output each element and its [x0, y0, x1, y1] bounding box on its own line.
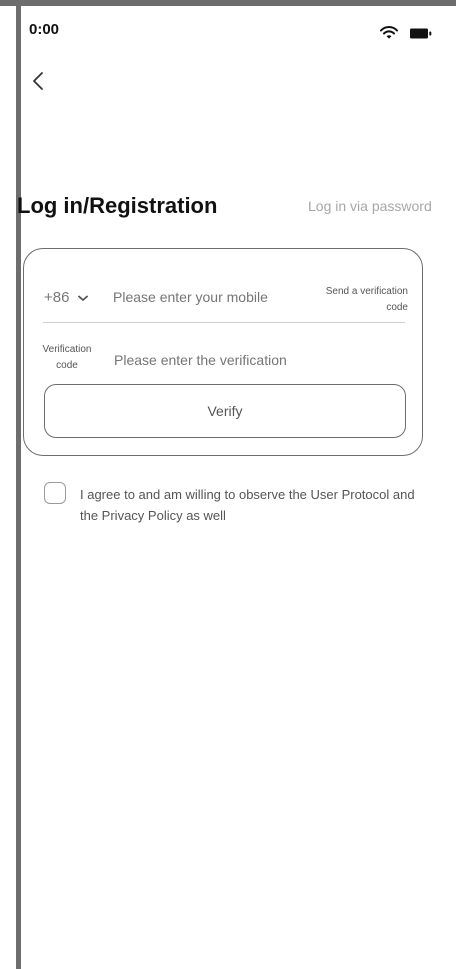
agreement-text: I agree to and am willing to observe the… — [80, 487, 415, 523]
country-code-selector[interactable]: +86 — [44, 289, 89, 306]
country-code-value: +86 — [44, 289, 70, 306]
divider — [43, 322, 405, 323]
verification-code-input[interactable] — [114, 352, 344, 368]
page-title: Log in/Registration — [17, 193, 218, 218]
password-login-link[interactable]: Log in via password — [308, 198, 435, 214]
chevron-down-icon — [78, 289, 89, 306]
battery-icon — [410, 26, 432, 44]
send-verification-code-button[interactable]: Send a verification code — [312, 284, 408, 316]
phone-input[interactable] — [113, 289, 303, 305]
status-icons — [380, 26, 432, 44]
status-time: 0:00 — [29, 21, 60, 38]
device-frame-left — [16, 0, 21, 969]
verification-code-label: Verification code — [42, 344, 92, 371]
device-frame-top — [0, 0, 456, 6]
verify-button[interactable]: Verify — [44, 384, 406, 438]
back-button[interactable] — [26, 66, 50, 100]
wifi-icon — [380, 26, 398, 44]
chevron-left-icon — [32, 71, 44, 96]
agreement-checkbox[interactable] — [44, 482, 66, 504]
